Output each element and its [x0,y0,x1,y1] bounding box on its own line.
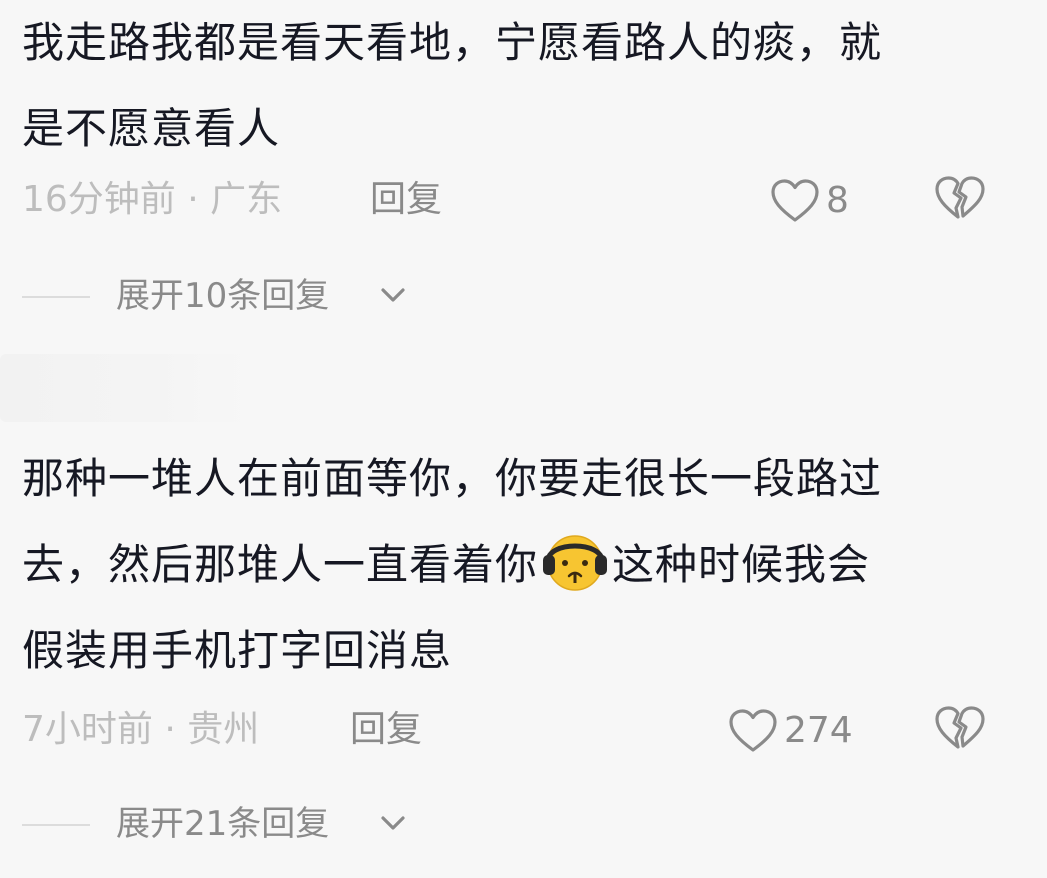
comment-meta: 16分钟前 · 广东 回复 8 [22,170,1047,230]
heart-outline-icon [729,709,777,752]
expand-replies-label: 展开21条回复 [116,804,330,844]
blurred-username-placeholder [0,354,250,422]
comment-text[interactable]: 我走路我都是看天看地，宁愿看路人的痰，就 是不愿意看人 [22,0,1002,172]
expand-replies-button[interactable]: 展开10条回复 [22,266,442,326]
like-count: 274 [784,710,853,751]
comment-time-location: 16分钟前 · 广东 [22,179,283,220]
comment-time-location: 7小时前 · 贵州 [22,709,260,750]
comment-text-line: 假装用手机打字回消息 [22,626,453,675]
comment-text-line-with-emoji: 去，然后那堆人一直看着你 这种时候我会 [22,522,1002,608]
comment-text-line: 我走路我都是看天看地，宁愿看路人的痰，就 [22,18,883,67]
comment-text[interactable]: 那种一堆人在前面等你，你要走很长一段路过 去，然后那堆人一直看着你 这种时候我会… [22,436,1002,694]
like-button[interactable]: 274 [728,706,853,756]
heart-outline-icon [771,179,819,222]
reply-button[interactable]: 回复 [370,170,442,230]
comment-text-line: 是不愿意看人 [22,104,281,153]
expand-replies-button[interactable]: 展开21条回复 [22,794,442,854]
broken-heart-icon [935,176,985,219]
headphones-sad-face-emoji [540,529,610,593]
comment-meta: 7小时前 · 贵州 回复 274 [22,700,1047,760]
broken-heart-icon [935,706,985,749]
divider-line [22,296,90,298]
like-count: 8 [826,180,849,221]
chevron-down-icon [381,288,405,302]
dislike-button[interactable] [934,174,986,226]
reply-button[interactable]: 回复 [350,700,422,760]
chevron-down-icon [381,816,405,830]
divider-line [22,824,90,826]
dislike-button[interactable] [934,704,986,756]
like-button[interactable]: 8 [770,176,849,226]
expand-replies-label: 展开10条回复 [116,276,330,316]
comment-text-line: 那种一堆人在前面等你，你要走很长一段路过 [22,454,883,503]
